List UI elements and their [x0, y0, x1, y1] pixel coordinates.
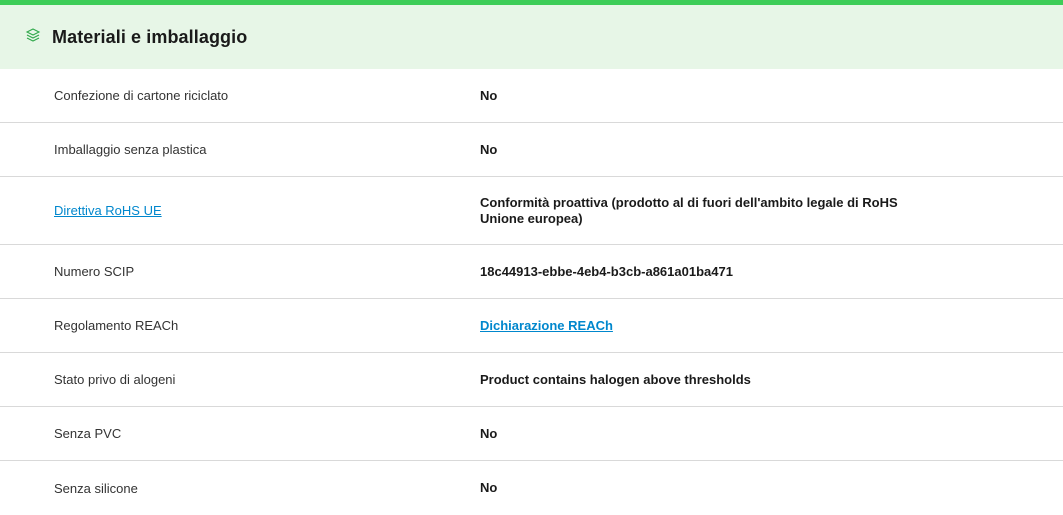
table-row: Confezione di cartone riciclato No — [0, 69, 1063, 123]
attribute-value: No — [480, 87, 498, 103]
attribute-value: No — [480, 480, 498, 495]
attribute-label: Imballaggio senza plastica — [54, 142, 207, 157]
materials-packaging-panel: Materiali e imballaggio Confezione di ca… — [0, 0, 1063, 515]
attribute-value: No — [480, 141, 498, 157]
rohs-directive-link[interactable]: Direttiva RoHS UE — [54, 203, 162, 218]
reach-declaration-link[interactable]: Dichiarazione REACh — [480, 318, 613, 333]
attribute-label: Senza PVC — [54, 426, 122, 441]
table-row: Numero SCIP 18c44913-ebbe-4eb4-b3cb-a861… — [0, 245, 1063, 299]
table-row: Senza PVC No — [0, 407, 1063, 461]
table-row: Regolamento REACh Dichiarazione REACh — [0, 299, 1063, 353]
section-title: Materiali e imballaggio — [52, 26, 248, 47]
attribute-label: Senza silicone — [54, 480, 138, 496]
layers-icon — [24, 26, 42, 44]
attribute-label: Confezione di cartone riciclato — [54, 88, 229, 103]
attribute-label: Numero SCIP — [54, 264, 135, 279]
attribute-value: Product contains halogen above threshold… — [480, 371, 751, 387]
table-row: Direttiva RoHS UE Conformità proattiva (… — [0, 177, 1063, 245]
attribute-label-cell: Direttiva RoHS UE — [0, 203, 480, 218]
attribute-value-cell: Dichiarazione REACh — [480, 318, 613, 334]
attributes-table: Confezione di cartone riciclato No Imbal… — [0, 69, 1063, 515]
attribute-value: Conformità proattiva (prodotto al di fuo… — [480, 194, 898, 226]
attribute-label: Regolamento REACh — [54, 318, 179, 333]
attribute-value: No — [480, 425, 498, 441]
table-row: Senza silicone No — [0, 461, 1063, 515]
table-row: Stato privo di alogeni Product contains … — [0, 353, 1063, 407]
table-row: Imballaggio senza plastica No — [0, 123, 1063, 177]
attribute-label: Stato privo di alogeni — [54, 372, 176, 387]
section-header[interactable]: Materiali e imballaggio — [0, 5, 1063, 69]
attribute-value: 18c44913-ebbe-4eb4-b3cb-a861a01ba471 — [480, 263, 733, 279]
